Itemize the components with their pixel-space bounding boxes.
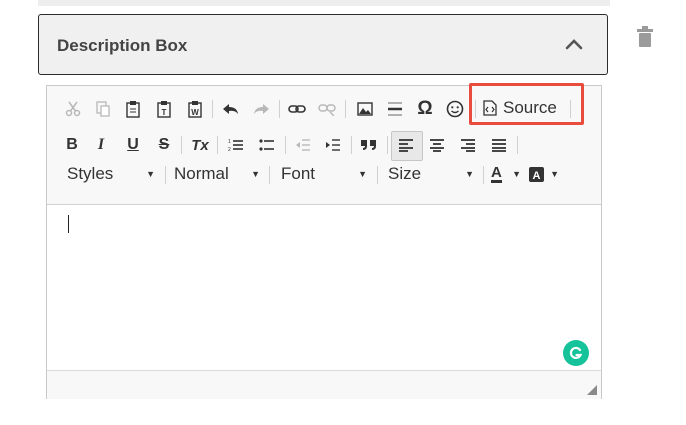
increase-indent-icon[interactable] — [319, 132, 347, 158]
resize-handle-icon[interactable] — [587, 385, 597, 395]
bold-button[interactable]: B — [58, 132, 86, 158]
background-color-icon: A — [529, 166, 544, 182]
trash-icon[interactable] — [636, 26, 654, 48]
toolbar-separator — [377, 166, 378, 184]
styles-label: Styles — [67, 164, 114, 183]
align-left-icon[interactable] — [392, 132, 420, 158]
special-character-icon[interactable]: Ω — [411, 96, 439, 122]
cut-icon[interactable] — [59, 96, 87, 122]
dropdown-arrow-icon: ▼ — [358, 169, 367, 179]
redo-icon[interactable] — [247, 96, 275, 122]
grammarly-icon[interactable] — [563, 340, 589, 366]
svg-text:W: W — [191, 108, 199, 117]
size-label: Size — [388, 164, 422, 183]
format-dropdown[interactable]: Normal ▼ — [174, 160, 260, 188]
toolbar-separator — [570, 100, 571, 118]
dropdown-arrow-icon: ▼ — [251, 169, 260, 179]
toolbar-separator — [181, 136, 182, 154]
rich-text-editor: T W Ω Source B I U S Tx 1 2 Styles ▼ Nor… — [46, 85, 602, 399]
svg-text:A: A — [533, 170, 541, 182]
svg-text:1: 1 — [228, 139, 231, 145]
text-color-label: A — [491, 164, 502, 183]
source-button[interactable]: Source — [483, 96, 579, 120]
dropdown-arrow-icon: ▼ — [465, 169, 474, 179]
toolbar-separator — [279, 100, 280, 118]
italic-button[interactable]: I — [87, 132, 115, 158]
undo-icon[interactable] — [217, 96, 245, 122]
paste-text-icon[interactable]: T — [150, 96, 178, 122]
toolbar-separator — [345, 100, 346, 118]
editor-statusbar — [47, 370, 601, 399]
description-panel-header[interactable]: Description Box — [38, 14, 608, 75]
align-center-icon[interactable] — [423, 132, 451, 158]
justify-icon[interactable] — [485, 132, 513, 158]
horizontal-line-icon[interactable] — [381, 96, 409, 122]
svg-text:2: 2 — [228, 147, 231, 152]
toolbar-separator — [165, 166, 166, 184]
font-label: Font — [281, 164, 316, 183]
top-strip — [38, 0, 610, 6]
unlink-icon[interactable] — [313, 96, 341, 122]
paste-icon[interactable] — [119, 96, 147, 122]
text-caret — [68, 215, 69, 233]
background-color-button[interactable]: A ▼ — [529, 160, 559, 188]
editor-toolbar: T W Ω Source B I U S Tx 1 2 Styles ▼ Nor… — [47, 86, 601, 205]
strikethrough-button[interactable]: S — [150, 132, 178, 158]
toolbar-separator — [269, 166, 270, 184]
paste-word-icon[interactable]: W — [181, 96, 209, 122]
text-color-button[interactable]: A ▼ — [491, 160, 521, 188]
dropdown-arrow-icon: ▼ — [512, 169, 521, 179]
toolbar-separator — [517, 136, 518, 154]
svg-text:T: T — [162, 108, 167, 117]
font-dropdown[interactable]: Font ▼ — [281, 160, 367, 188]
image-icon[interactable] — [351, 96, 379, 122]
toolbar-separator — [217, 136, 218, 154]
dropdown-arrow-icon: ▼ — [146, 169, 155, 179]
smiley-icon[interactable] — [441, 96, 469, 122]
styles-dropdown[interactable]: Styles ▼ — [67, 160, 155, 188]
chevron-up-icon[interactable] — [565, 38, 583, 50]
panel-title: Description Box — [57, 36, 188, 55]
toolbar-separator — [387, 136, 388, 154]
blockquote-icon[interactable] — [355, 132, 383, 158]
toolbar-separator — [351, 136, 352, 154]
underline-button[interactable]: U — [119, 132, 147, 158]
link-icon[interactable] — [283, 96, 311, 122]
copy-icon[interactable] — [89, 96, 117, 122]
bulleted-list-icon[interactable] — [253, 132, 281, 158]
source-label: Source — [503, 98, 557, 117]
size-dropdown[interactable]: Size ▼ — [388, 160, 474, 188]
editor-content-area[interactable] — [47, 205, 601, 369]
toolbar-separator — [475, 100, 476, 118]
toolbar-separator — [212, 100, 213, 118]
align-right-icon[interactable] — [454, 132, 482, 158]
toolbar-separator — [285, 136, 286, 154]
format-label: Normal — [174, 164, 229, 183]
toolbar-separator — [483, 166, 484, 184]
source-icon — [483, 100, 497, 116]
dropdown-arrow-icon: ▼ — [550, 169, 559, 179]
decrease-indent-icon[interactable] — [289, 132, 317, 158]
remove-format-button[interactable]: Tx — [186, 132, 214, 158]
numbered-list-icon[interactable]: 12 — [222, 132, 250, 158]
